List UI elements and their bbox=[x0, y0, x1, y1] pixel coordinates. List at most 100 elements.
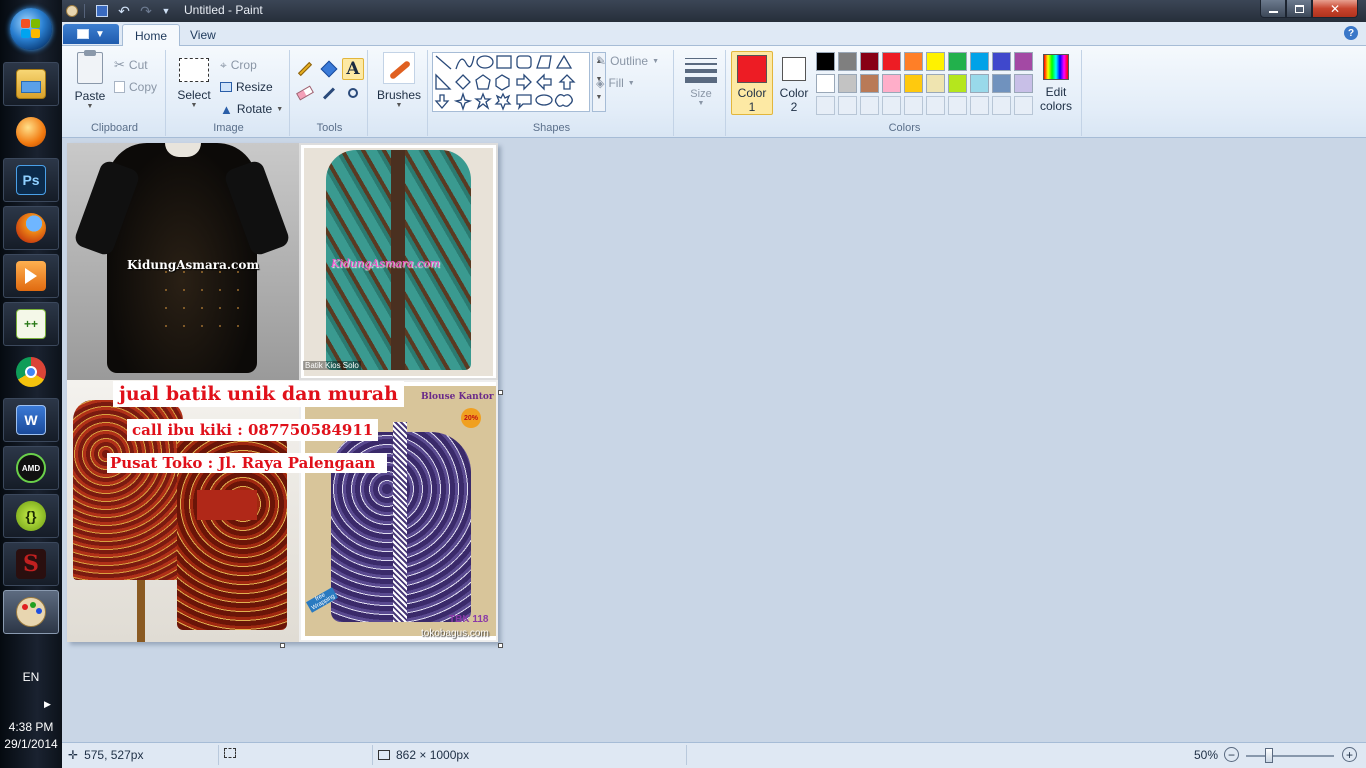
resize-handle-bottom[interactable] bbox=[280, 643, 285, 648]
taskbar-chrome[interactable] bbox=[3, 350, 59, 394]
taskbar-amd[interactable]: AMD bbox=[3, 446, 59, 490]
taskbar-code-app[interactable]: {} bbox=[3, 494, 59, 538]
palette-swatch[interactable] bbox=[970, 52, 989, 71]
s-app-icon: S bbox=[16, 549, 46, 579]
palette-swatch[interactable] bbox=[992, 52, 1011, 71]
close-button[interactable]: ✕ bbox=[1312, 0, 1358, 18]
cut-button[interactable]: ✂ Cut bbox=[114, 56, 148, 74]
zoom-slider-thumb[interactable] bbox=[1265, 748, 1273, 763]
palette-swatch[interactable] bbox=[860, 74, 879, 93]
outline-dropdown[interactable]: ✎ Outline ▼ bbox=[596, 52, 659, 70]
select-button[interactable]: Select ▼ bbox=[174, 58, 214, 109]
language-indicator[interactable]: EN bbox=[0, 670, 62, 684]
taskbar-notepad-plus[interactable]: ++ bbox=[3, 302, 59, 346]
selection-size-icon bbox=[224, 748, 236, 758]
tray-expand-icon[interactable]: ▶ bbox=[44, 699, 51, 710]
group-colors: Color 1 Color 2 Edit colors Colors bbox=[728, 50, 1082, 136]
palette-swatch[interactable] bbox=[904, 52, 923, 71]
palette-swatch[interactable] bbox=[904, 74, 923, 93]
canvas-area[interactable]: KidungAsmara.com KidungAsmara.com Batik … bbox=[62, 138, 1366, 742]
paste-button[interactable]: Paste ▼ bbox=[70, 50, 110, 110]
undo-icon[interactable]: ↶ bbox=[116, 3, 132, 19]
paint-app-icon[interactable] bbox=[64, 3, 80, 19]
resize-handle-corner[interactable] bbox=[498, 643, 503, 648]
window-title: Untitled - Paint bbox=[184, 3, 263, 17]
copy-button[interactable]: Copy bbox=[114, 78, 157, 96]
palette-swatch[interactable] bbox=[926, 74, 945, 93]
taskbar-messenger[interactable] bbox=[3, 110, 59, 154]
palette-swatch[interactable] bbox=[838, 74, 857, 93]
size-button[interactable]: Size ▼ bbox=[680, 54, 722, 107]
taskbar-firefox[interactable] bbox=[3, 206, 59, 250]
palette-swatch[interactable] bbox=[816, 52, 835, 71]
palette-custom-slot[interactable] bbox=[882, 96, 901, 115]
palette-custom-slot[interactable] bbox=[948, 96, 967, 115]
taskbar-explorer[interactable] bbox=[3, 62, 59, 106]
palette-swatch[interactable] bbox=[816, 74, 835, 93]
start-button[interactable] bbox=[10, 8, 52, 50]
edit-colors-button[interactable]: Edit colors bbox=[1034, 54, 1078, 113]
blouse-label: Blouse Kantor bbox=[421, 392, 494, 402]
palette-swatch[interactable] bbox=[860, 52, 879, 71]
group-clipboard: Paste ▼ ✂ Cut Copy Clipboard bbox=[64, 50, 166, 136]
zoom-out-button[interactable]: − bbox=[1224, 747, 1239, 762]
rotate-button[interactable]: ▲ Rotate ▼ bbox=[220, 100, 283, 118]
palette-swatch[interactable] bbox=[1014, 74, 1033, 93]
palette-swatch[interactable] bbox=[1014, 52, 1033, 71]
pencil-tool[interactable] bbox=[294, 58, 316, 80]
palette-custom-slot[interactable] bbox=[838, 96, 857, 115]
palette-swatch[interactable] bbox=[948, 52, 967, 71]
tab-home[interactable]: Home bbox=[122, 24, 181, 46]
minimize-button[interactable] bbox=[1260, 0, 1286, 18]
taskbar-s-app[interactable]: S bbox=[3, 542, 59, 586]
rotate-icon: ▲ bbox=[220, 101, 233, 117]
taskbar-photoshop[interactable]: Ps bbox=[3, 158, 59, 202]
palette-swatch[interactable] bbox=[882, 52, 901, 71]
system-clock[interactable]: 4:38 PM 29/1/2014 bbox=[0, 719, 62, 753]
shapes-gallery[interactable] bbox=[432, 52, 590, 112]
crop-button[interactable]: ⌖ Crop bbox=[220, 56, 257, 74]
brushes-button[interactable]: Brushes ▼ bbox=[376, 52, 422, 109]
palette-custom-slot[interactable] bbox=[926, 96, 945, 115]
palette-swatch[interactable] bbox=[948, 74, 967, 93]
taskbar-media-player[interactable] bbox=[3, 254, 59, 298]
maximize-button[interactable] bbox=[1286, 0, 1312, 18]
palette-custom-slot[interactable] bbox=[992, 96, 1011, 115]
taskbar-paint[interactable] bbox=[3, 590, 59, 634]
resize-button[interactable]: Resize bbox=[220, 78, 273, 96]
taskbar-word[interactable]: W bbox=[3, 398, 59, 442]
palette-custom-slot[interactable] bbox=[904, 96, 923, 115]
palette-swatch[interactable] bbox=[970, 74, 989, 93]
zoom-in-button[interactable]: + bbox=[1342, 747, 1357, 762]
eraser-tool[interactable] bbox=[294, 82, 316, 104]
text-tool[interactable]: A bbox=[342, 58, 364, 80]
color2-button[interactable]: Color 2 bbox=[774, 54, 814, 114]
fill-dropdown[interactable]: ◈ Fill ▼ bbox=[596, 74, 635, 92]
palette-swatch[interactable] bbox=[926, 52, 945, 71]
palette-custom-slot[interactable] bbox=[970, 96, 989, 115]
palette-custom-slot[interactable] bbox=[860, 96, 879, 115]
tab-view[interactable]: View bbox=[178, 24, 228, 46]
palette-swatch[interactable] bbox=[838, 52, 857, 71]
quick-access-dropdown-icon[interactable]: ▼ bbox=[158, 3, 174, 19]
color-picker-tool[interactable] bbox=[318, 82, 340, 104]
palette-swatch[interactable] bbox=[882, 74, 901, 93]
resize-handle-right[interactable] bbox=[498, 390, 503, 395]
color1-button[interactable]: Color 1 bbox=[731, 51, 773, 115]
help-icon[interactable]: ? bbox=[1344, 26, 1358, 40]
zoom-slider-track[interactable] bbox=[1246, 755, 1334, 757]
image-canvas[interactable]: KidungAsmara.com KidungAsmara.com Batik … bbox=[67, 143, 498, 642]
group-label-tools: Tools bbox=[316, 122, 343, 134]
paint-menu-button[interactable]: ▼ bbox=[63, 24, 119, 44]
rainbow-icon bbox=[1043, 54, 1069, 80]
magnifier-tool[interactable] bbox=[342, 82, 364, 104]
dropdown-arrow-icon: ▼ bbox=[652, 57, 660, 65]
fill-tool[interactable] bbox=[318, 58, 340, 80]
palette-custom-slot[interactable] bbox=[816, 96, 835, 115]
resize-icon bbox=[220, 82, 232, 92]
image-size: 862 × 1000px bbox=[378, 748, 469, 762]
save-icon[interactable] bbox=[94, 3, 110, 19]
palette-custom-slot[interactable] bbox=[1014, 96, 1033, 115]
palette-swatch[interactable] bbox=[992, 74, 1011, 93]
redo-icon[interactable]: ↷ bbox=[138, 3, 154, 19]
